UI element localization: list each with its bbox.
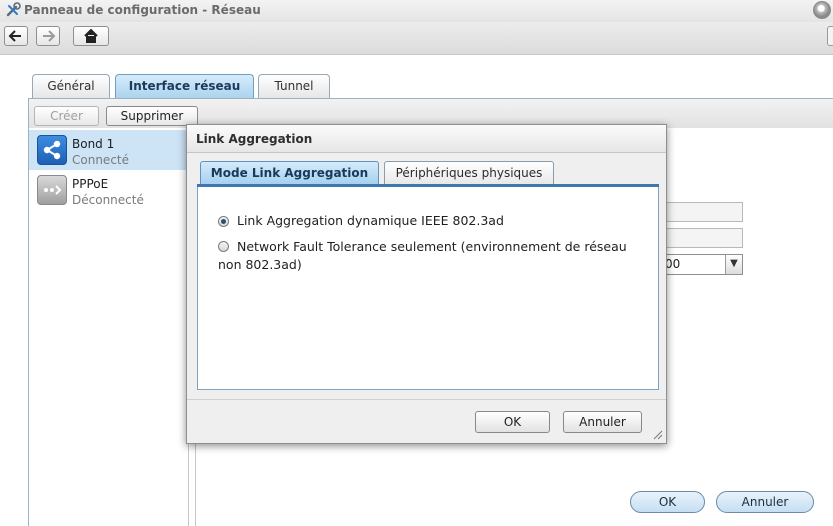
link-aggregation-dialog: Link Aggregation Mode Link Aggregation P… bbox=[186, 124, 667, 444]
dialog-footer-divider bbox=[187, 399, 666, 400]
interface-name: PPPoE bbox=[72, 177, 109, 191]
control-panel-tools-icon bbox=[6, 2, 21, 17]
tab-link-aggregation-mode[interactable]: Mode Link Aggregation bbox=[200, 161, 379, 185]
tab-network-interface[interactable]: Interface réseau bbox=[115, 74, 254, 99]
toolbar-overflow-button[interactable] bbox=[827, 26, 833, 46]
radio-ieee-8023ad-label[interactable]: Link Aggregation dynamique IEEE 802.3ad bbox=[237, 212, 504, 230]
home-button[interactable] bbox=[73, 26, 109, 46]
tab-tunnel[interactable]: Tunnel bbox=[258, 74, 330, 98]
ok-button[interactable]: OK bbox=[630, 491, 705, 513]
create-button[interactable]: Créer bbox=[34, 106, 99, 126]
arrow-right-icon bbox=[43, 30, 56, 42]
list-item-pppoe[interactable]: PPPoE Déconnecté bbox=[29, 170, 188, 210]
chevron-down-icon[interactable]: ▼ bbox=[725, 255, 742, 274]
home-icon bbox=[84, 28, 98, 43]
interface-status: Connecté bbox=[72, 153, 129, 167]
interface-status: Déconnecté bbox=[72, 193, 144, 207]
interface-name: Bond 1 bbox=[72, 137, 115, 151]
dialog-header[interactable]: Link Aggregation bbox=[187, 125, 666, 153]
details-field-disabled bbox=[665, 202, 743, 222]
delete-button[interactable]: Supprimer bbox=[106, 106, 198, 126]
interface-list: Bond 1 Connecté PPPoE Déconnecté bbox=[29, 128, 189, 526]
list-item-bond[interactable]: Bond 1 Connecté bbox=[29, 130, 188, 170]
tab-panel-accent-line bbox=[197, 184, 659, 187]
radio-fault-tolerance-label[interactable]: Network Fault Tolerance seulement (envir… bbox=[218, 238, 628, 274]
window-title: Panneau de configuration - Réseau bbox=[24, 3, 261, 17]
resize-grip-icon[interactable] bbox=[651, 428, 663, 440]
dialog-title: Link Aggregation bbox=[196, 132, 313, 146]
window-titlebar: Panneau de configuration - Réseau bbox=[0, 0, 833, 22]
help-icon[interactable] bbox=[813, 1, 831, 19]
cancel-button[interactable]: Annuler bbox=[716, 491, 814, 513]
tab-physical-devices[interactable]: Périphériques physiques bbox=[384, 161, 554, 185]
back-button[interactable] bbox=[4, 26, 28, 46]
navigation-toolbar bbox=[0, 22, 833, 55]
tab-general[interactable]: Général bbox=[32, 74, 110, 98]
radio-ieee-8023ad[interactable] bbox=[218, 216, 229, 227]
pppoe-connection-icon bbox=[37, 175, 67, 205]
arrow-left-icon bbox=[8, 30, 21, 42]
details-select-value: 00 bbox=[665, 257, 681, 271]
details-field-disabled bbox=[665, 228, 743, 248]
dialog-cancel-button[interactable]: Annuler bbox=[563, 411, 642, 433]
bond-share-icon bbox=[37, 135, 67, 165]
dialog-ok-button[interactable]: OK bbox=[475, 411, 550, 433]
forward-button[interactable] bbox=[36, 26, 60, 46]
